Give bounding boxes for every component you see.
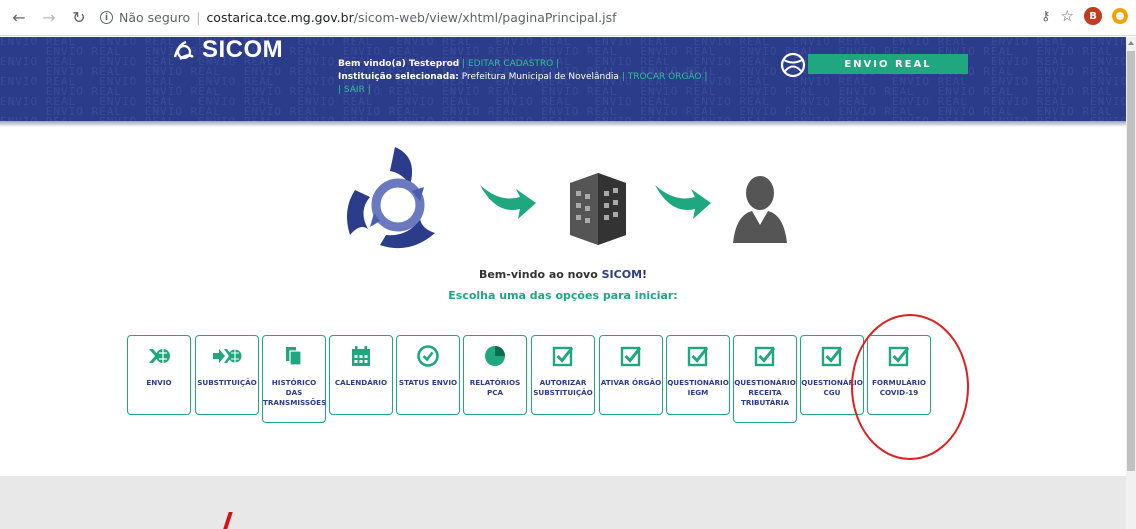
welcome-prefix: Bem-vindo ao novo — [478, 268, 602, 281]
arrow-right-icon — [480, 185, 536, 219]
browser-toolbar: ← → ↻ i Não seguro | costarica.tce.mg.go… — [0, 0, 1136, 36]
arrow-right-icon-2 — [655, 185, 711, 219]
building-icon — [570, 173, 626, 245]
status-check-icon — [397, 344, 459, 368]
logout-link[interactable]: | SAIR | — [338, 85, 371, 95]
option-label: AUTORIZAR SUBSTITUIÇÃO — [533, 378, 593, 397]
option-label: QUESTIONÁRIO IEGM — [667, 378, 729, 397]
person-icon — [733, 176, 787, 243]
highlight-circle-annotation — [851, 314, 969, 460]
checkbox-icon — [667, 344, 729, 368]
option-label: QUESTIONÁRIO RECEITA TRIBUTÁRIA — [734, 378, 796, 407]
toolbar-right: ⚷ ☆ B — [1041, 7, 1128, 25]
option-relatorios[interactable]: RELATÓRIOS PCA — [463, 335, 527, 415]
option-label: RELATÓRIOS PCA — [469, 378, 521, 397]
welcome-heading: Bem-vindo ao novo SICOM! — [0, 268, 1126, 281]
globe-arrow-icon — [128, 344, 190, 368]
documents-icon — [263, 344, 325, 368]
calendar-icon — [330, 344, 392, 368]
option-calendario[interactable]: CALENDÁRIO — [329, 335, 393, 415]
option-label: ATIVAR ÓRGÃO — [600, 378, 662, 387]
option-autorizar-substituicao[interactable]: AUTORIZAR SUBSTITUIÇÃO — [531, 335, 595, 415]
option-label: ENVIO — [146, 378, 172, 387]
forward-icon[interactable]: → — [38, 7, 60, 29]
option-label: SUBSTITUIÇÃO — [197, 378, 257, 387]
sicom-logo[interactable]: SICOM — [172, 36, 283, 64]
back-icon[interactable]: ← — [8, 7, 30, 29]
checkbox-icon — [600, 344, 662, 368]
page: ← → ↻ i Não seguro | costarica.tce.mg.go… — [0, 0, 1136, 529]
vertical-scrollbar[interactable] — [1126, 37, 1136, 529]
address-separator: | — [196, 10, 201, 25]
process-illustration — [346, 147, 787, 249]
option-status-envio[interactable]: STATUS ENVIO — [396, 335, 460, 415]
globe-icon — [780, 52, 806, 78]
extension-icon[interactable] — [1112, 8, 1128, 24]
option-label: CALENDÁRIO — [334, 378, 388, 387]
scroll-up-icon[interactable] — [1128, 41, 1134, 45]
option-questionario-receita[interactable]: QUESTIONÁRIO RECEITA TRIBUTÁRIA — [733, 335, 797, 423]
address-bar[interactable]: i Não seguro | costarica.tce.mg.gov.br/s… — [100, 5, 1020, 31]
profile-avatar[interactable]: B — [1084, 7, 1102, 25]
checkbox-icon — [532, 344, 594, 368]
sicom-logo-icon — [173, 40, 194, 60]
edit-profile-link[interactable]: | EDITAR CADASTRO | — [462, 59, 559, 69]
arrow-globe-icon — [196, 344, 258, 368]
institution-label: Instituição selecionada: — [338, 72, 459, 82]
user-info: Bem vindo(a) Testeprod | EDITAR CADASTRO… — [338, 58, 708, 97]
option-envio[interactable]: ENVIO — [127, 335, 191, 415]
welcome-suffix: ! — [642, 268, 648, 281]
choose-option-text: Escolha uma das opções para iniciar: — [448, 289, 678, 302]
option-label: HISTÓRICO DAS TRANSMISSÕES — [263, 378, 327, 407]
logo-text: SICOM — [202, 36, 284, 63]
option-historico[interactable]: HISTÓRICO DAS TRANSMISSÕES — [262, 335, 326, 423]
greeting-text: Bem vindo(a) Testeprod — [338, 59, 460, 69]
reload-icon[interactable]: ↻ — [68, 7, 90, 29]
welcome-brand: SICOM — [601, 268, 643, 281]
option-label: STATUS ENVIO — [398, 378, 458, 387]
url-path: /sicom-web/view/xhtml/paginaPrincipal.js… — [353, 10, 617, 25]
pie-chart-icon — [464, 344, 526, 368]
not-secure-label: Não seguro — [119, 10, 191, 25]
url-host: costarica.tce.mg.gov.br — [206, 10, 354, 25]
mode-badge: ENVIO REAL — [808, 54, 968, 74]
switch-org-link[interactable]: | TROCAR ÓRGÃO | — [622, 72, 708, 82]
checkbox-icon — [734, 344, 796, 368]
sicom-cycle-icon — [346, 147, 435, 249]
star-icon[interactable]: ☆ — [1061, 7, 1074, 25]
key-icon[interactable]: ⚷ — [1041, 9, 1051, 24]
info-icon[interactable]: i — [100, 11, 113, 24]
scroll-thumb[interactable] — [1127, 51, 1135, 471]
option-ativar-orgao[interactable]: ATIVAR ÓRGÃO — [599, 335, 663, 415]
option-substituicao[interactable]: SUBSTITUIÇÃO — [195, 335, 259, 415]
footer-band — [0, 476, 1126, 529]
banner-shadow — [0, 121, 1126, 127]
institution-value: Prefeitura Municipal de Novelândia — [461, 72, 619, 82]
option-questionario-iegm[interactable]: QUESTIONÁRIO IEGM — [666, 335, 730, 415]
